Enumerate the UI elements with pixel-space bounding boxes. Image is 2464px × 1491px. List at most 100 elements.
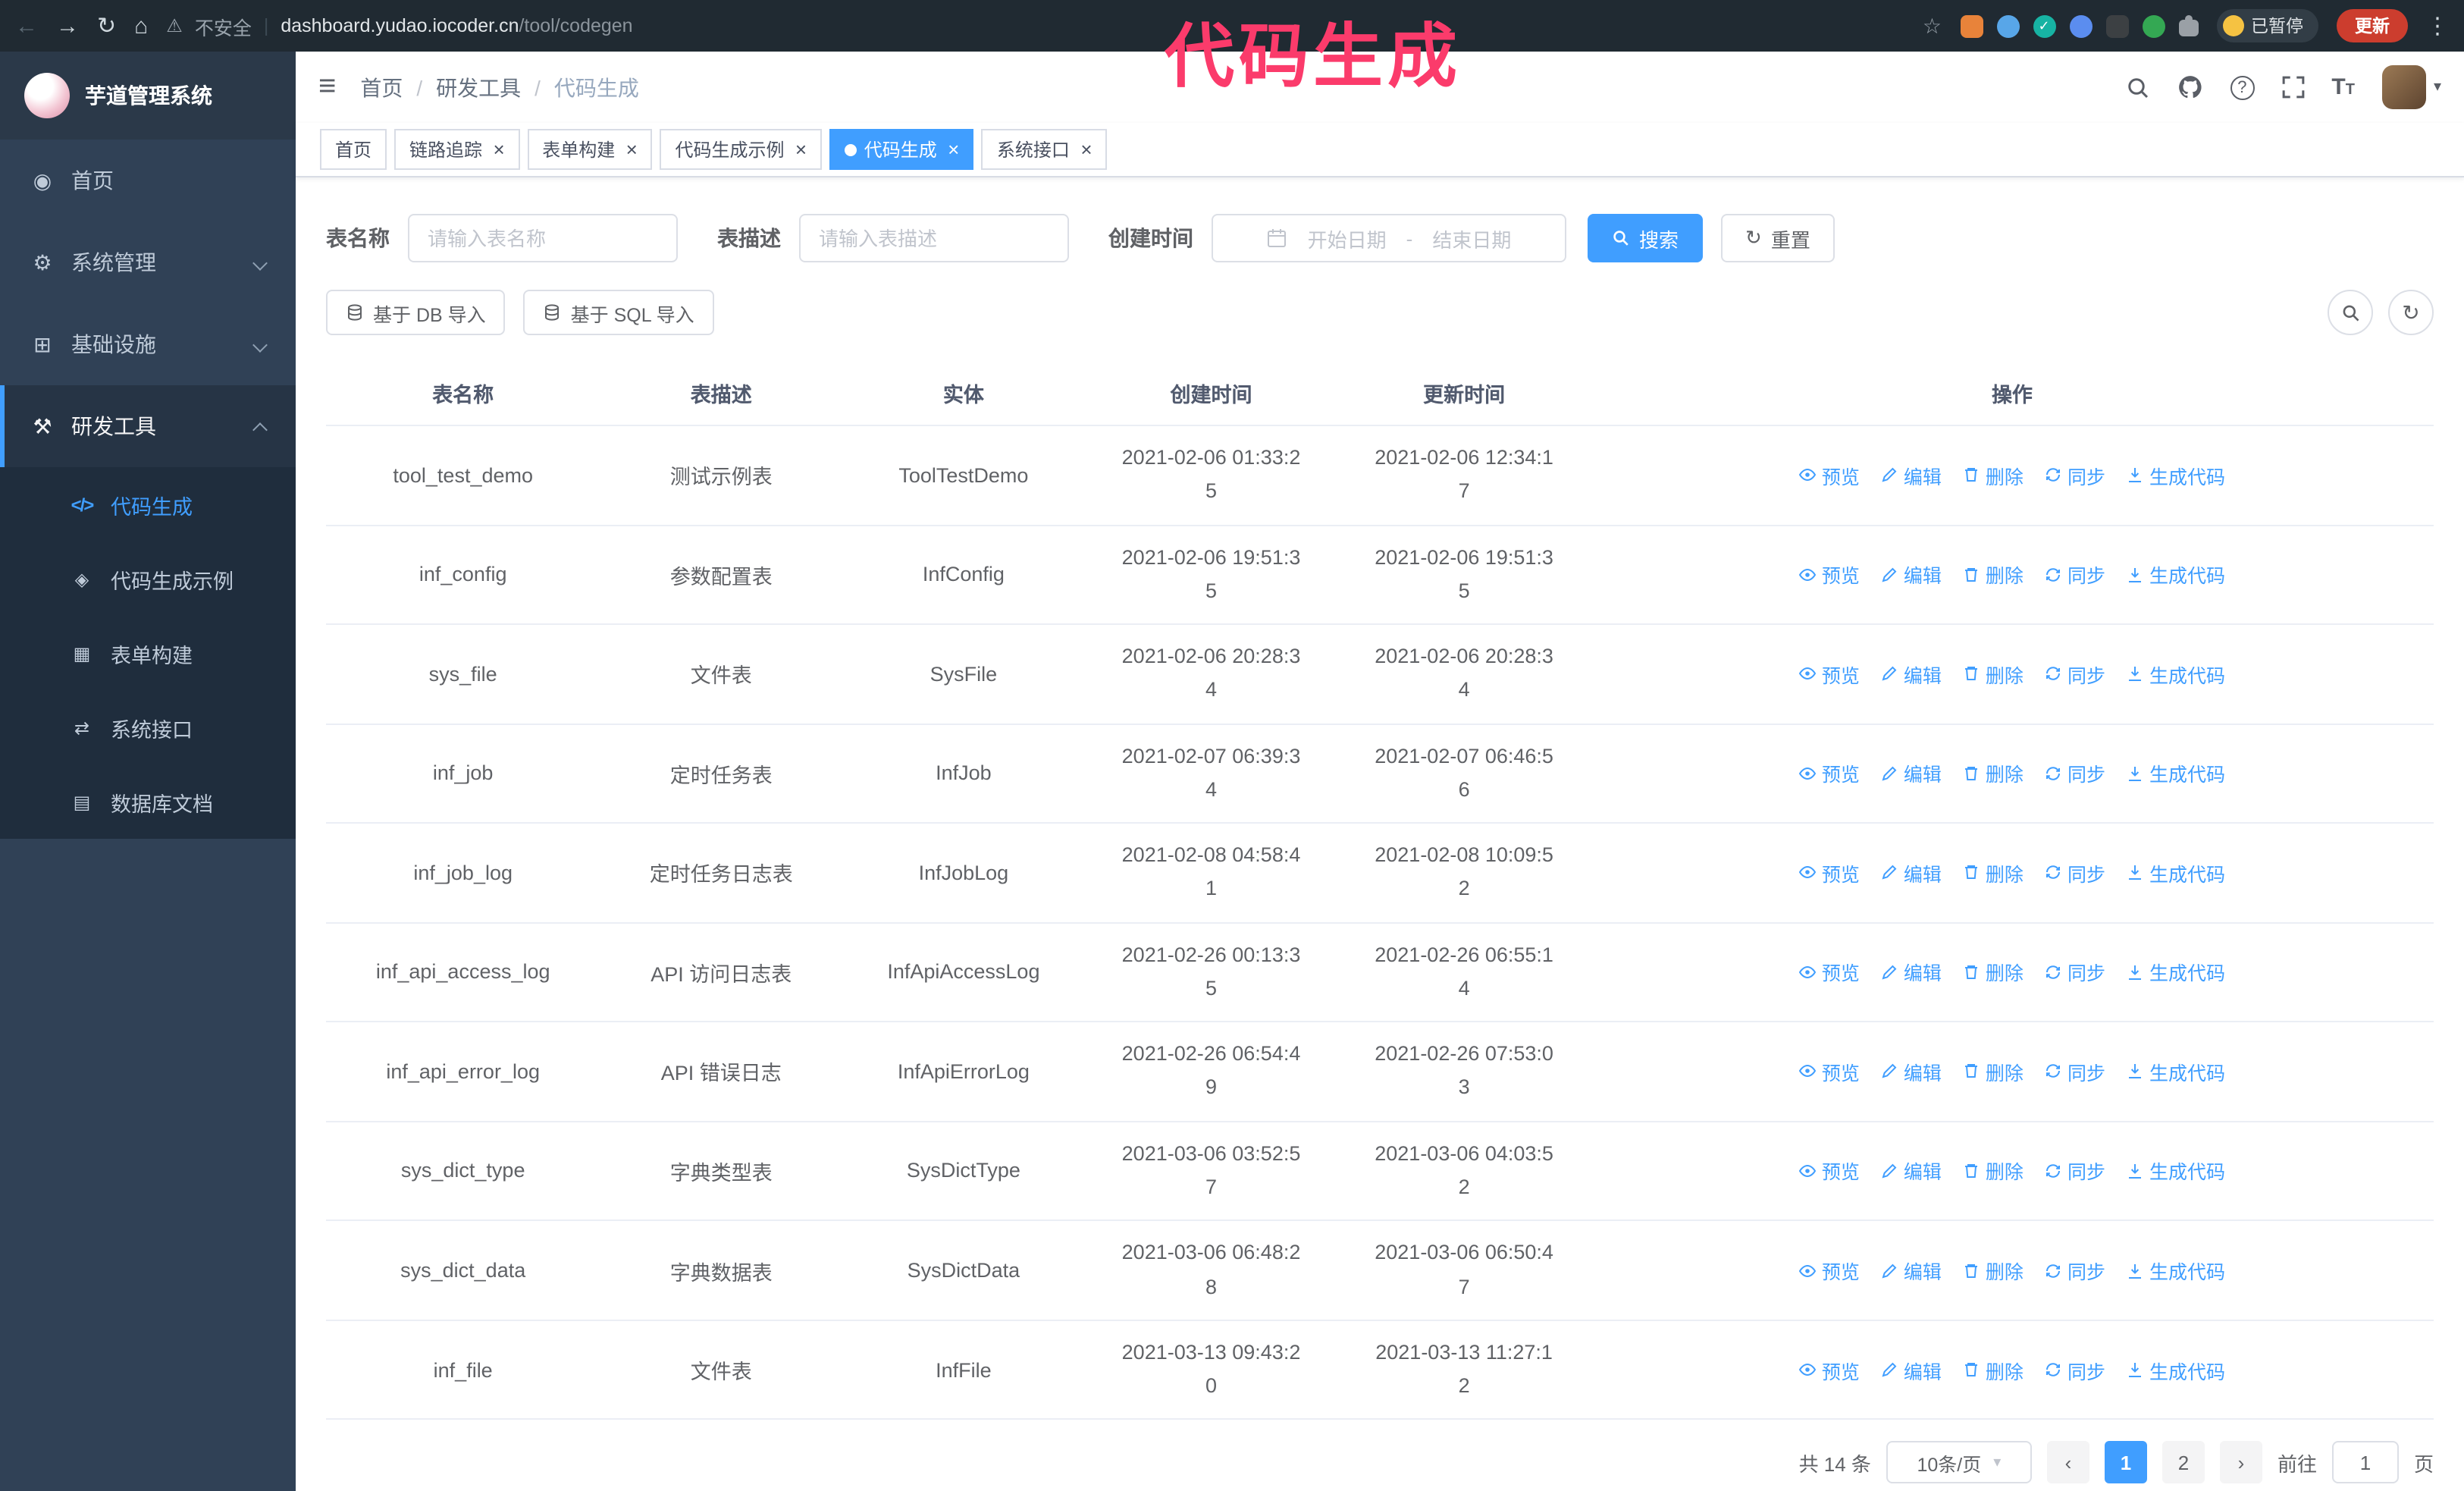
- table-row[interactable]: inf_api_error_log API 错误日志 InfApiErrorLo…: [326, 1022, 2434, 1122]
- close-icon[interactable]: ×: [795, 140, 807, 159]
- delete-link[interactable]: 删除: [1963, 859, 2024, 887]
- update-button[interactable]: 更新: [2337, 9, 2408, 42]
- generate-code-link[interactable]: 生成代码: [2127, 759, 2225, 788]
- generate-code-link[interactable]: 生成代码: [2127, 1256, 2225, 1285]
- prev-page-button[interactable]: ‹: [2046, 1441, 2089, 1484]
- table-name-input[interactable]: [408, 214, 678, 262]
- table-row[interactable]: sys_dict_data 字典数据表 SysDictData 2021-03-…: [326, 1222, 2434, 1321]
- sidebar-item-infrastructure[interactable]: ⊞ 基础设施: [0, 303, 296, 385]
- goto-page-input[interactable]: [2331, 1441, 2399, 1484]
- delete-link[interactable]: 删除: [1963, 1256, 2024, 1285]
- close-icon[interactable]: ×: [1080, 140, 1092, 159]
- date-range-picker[interactable]: 开始日期 - 结束日期: [1212, 214, 1566, 262]
- generate-code-link[interactable]: 生成代码: [2127, 461, 2225, 490]
- delete-link[interactable]: 删除: [1963, 958, 2024, 987]
- sidebar-item-form-builder[interactable]: ▦ 表单构建: [0, 616, 296, 690]
- generate-code-link[interactable]: 生成代码: [2127, 859, 2225, 887]
- sync-link[interactable]: 同步: [2045, 958, 2105, 987]
- table-row[interactable]: inf_job 定时任务表 InfJob 2021-02-07 06:39:34…: [326, 724, 2434, 824]
- bookmark-star-icon[interactable]: ☆: [1923, 13, 1942, 39]
- preview-link[interactable]: 预览: [1799, 1256, 1860, 1285]
- generate-code-link[interactable]: 生成代码: [2127, 1157, 2225, 1185]
- preview-link[interactable]: 预览: [1799, 958, 1860, 987]
- table-row[interactable]: sys_file 文件表 SysFile 2021-02-06 20:28:34…: [326, 625, 2434, 725]
- preview-link[interactable]: 预览: [1799, 1355, 1860, 1384]
- refresh-button[interactable]: ↻: [2388, 290, 2434, 335]
- preview-link[interactable]: 预览: [1799, 660, 1860, 689]
- paused-badge[interactable]: 已暂停: [2216, 9, 2318, 42]
- tab[interactable]: 代码生成 ×: [829, 129, 974, 170]
- close-icon[interactable]: ×: [948, 140, 959, 159]
- fullscreen-icon[interactable]: [2281, 76, 2304, 99]
- preview-link[interactable]: 预览: [1799, 560, 1860, 589]
- edit-link[interactable]: 编辑: [1881, 958, 1942, 987]
- help-icon[interactable]: ?: [2230, 75, 2255, 99]
- leaf-extension-icon[interactable]: [2142, 14, 2165, 37]
- address-bar[interactable]: ⚠ 不安全 | dashboard.yudao.iocoder.cn/tool/…: [166, 11, 1942, 40]
- delete-link[interactable]: 删除: [1963, 1057, 2024, 1086]
- sync-link[interactable]: 同步: [2045, 1057, 2105, 1086]
- preview-link[interactable]: 预览: [1799, 461, 1860, 490]
- table-row[interactable]: inf_file 文件表 InfFile 2021-03-13 09:43:20…: [326, 1321, 2434, 1420]
- table-row[interactable]: inf_api_access_log API 访问日志表 InfApiAcces…: [326, 923, 2434, 1023]
- fox-extension-icon[interactable]: [1960, 14, 1983, 37]
- edit-link[interactable]: 编辑: [1881, 759, 1942, 788]
- edit-link[interactable]: 编辑: [1881, 1057, 1942, 1086]
- table-desc-input[interactable]: [799, 214, 1069, 262]
- sidebar-item-home[interactable]: ◉ 首页: [0, 140, 296, 221]
- preview-link[interactable]: 预览: [1799, 859, 1860, 887]
- sidebar-collapse-icon[interactable]: ≡: [318, 70, 336, 105]
- table-row[interactable]: inf_config 参数配置表 InfConfig 2021-02-06 19…: [326, 526, 2434, 626]
- tab[interactable]: 系统接口 ×: [981, 129, 1108, 170]
- users-extension-icon[interactable]: [2069, 14, 2092, 37]
- preview-link[interactable]: 预览: [1799, 759, 1860, 788]
- sync-link[interactable]: 同步: [2045, 759, 2105, 788]
- tab[interactable]: 链路追踪 ×: [394, 129, 520, 170]
- delete-link[interactable]: 删除: [1963, 759, 2024, 788]
- search-icon[interactable]: [2125, 75, 2149, 99]
- delete-link[interactable]: 删除: [1963, 660, 2024, 689]
- forward-icon[interactable]: →: [56, 14, 79, 37]
- dark-extension-icon[interactable]: [2105, 14, 2128, 37]
- tab[interactable]: 代码生成示例 ×: [660, 129, 822, 170]
- edit-link[interactable]: 编辑: [1881, 461, 1942, 490]
- close-icon[interactable]: ×: [493, 140, 504, 159]
- tab[interactable]: 表单构建 ×: [527, 129, 653, 170]
- page-button-2[interactable]: 2: [2161, 1441, 2205, 1484]
- edit-link[interactable]: 编辑: [1881, 1256, 1942, 1285]
- sync-link[interactable]: 同步: [2045, 1256, 2105, 1285]
- page-button-1[interactable]: 1: [2104, 1441, 2147, 1484]
- menu-kebab-icon[interactable]: ⋮: [2426, 14, 2449, 37]
- sidebar-item-system-api[interactable]: ⇄ 系统接口: [0, 690, 296, 764]
- edit-link[interactable]: 编辑: [1881, 859, 1942, 887]
- table-row[interactable]: inf_job_log 定时任务日志表 InfJobLog 2021-02-08…: [326, 824, 2434, 924]
- check-extension-icon[interactable]: ✓: [2033, 14, 2055, 37]
- breadcrumb-home[interactable]: 首页: [360, 72, 403, 102]
- generate-code-link[interactable]: 生成代码: [2127, 958, 2225, 987]
- search-button[interactable]: 搜索: [1588, 214, 1704, 262]
- sync-link[interactable]: 同步: [2045, 461, 2105, 490]
- home-icon[interactable]: ⌂: [134, 14, 148, 37]
- sidebar-item-db-docs[interactable]: ▤ 数据库文档: [0, 764, 296, 839]
- puzzle-extensions-icon[interactable]: [2178, 15, 2198, 36]
- sync-link[interactable]: 同步: [2045, 660, 2105, 689]
- back-icon[interactable]: ←: [15, 14, 38, 37]
- generate-code-link[interactable]: 生成代码: [2127, 1355, 2225, 1384]
- generate-code-link[interactable]: 生成代码: [2127, 560, 2225, 589]
- delete-link[interactable]: 删除: [1963, 560, 2024, 589]
- sync-link[interactable]: 同步: [2045, 1157, 2105, 1185]
- page-size-select[interactable]: 10条/页 ▾: [1886, 1441, 2032, 1484]
- next-page-button[interactable]: ›: [2219, 1441, 2262, 1484]
- edit-link[interactable]: 编辑: [1881, 660, 1942, 689]
- sidebar-item-codegen-example[interactable]: ◈ 代码生成示例: [0, 541, 296, 616]
- sync-link[interactable]: 同步: [2045, 560, 2105, 589]
- preview-link[interactable]: 预览: [1799, 1157, 1860, 1185]
- sync-link[interactable]: 同步: [2045, 1355, 2105, 1384]
- edit-link[interactable]: 编辑: [1881, 1157, 1942, 1185]
- close-icon[interactable]: ×: [625, 140, 637, 159]
- font-size-icon[interactable]: TT: [2331, 74, 2355, 101]
- import-sql-button[interactable]: 基于 SQL 导入: [523, 290, 714, 335]
- table-row[interactable]: tool_test_demo 测试示例表 ToolTestDemo 2021-0…: [326, 426, 2434, 526]
- edit-link[interactable]: 编辑: [1881, 560, 1942, 589]
- toggle-search-button[interactable]: [2328, 290, 2373, 335]
